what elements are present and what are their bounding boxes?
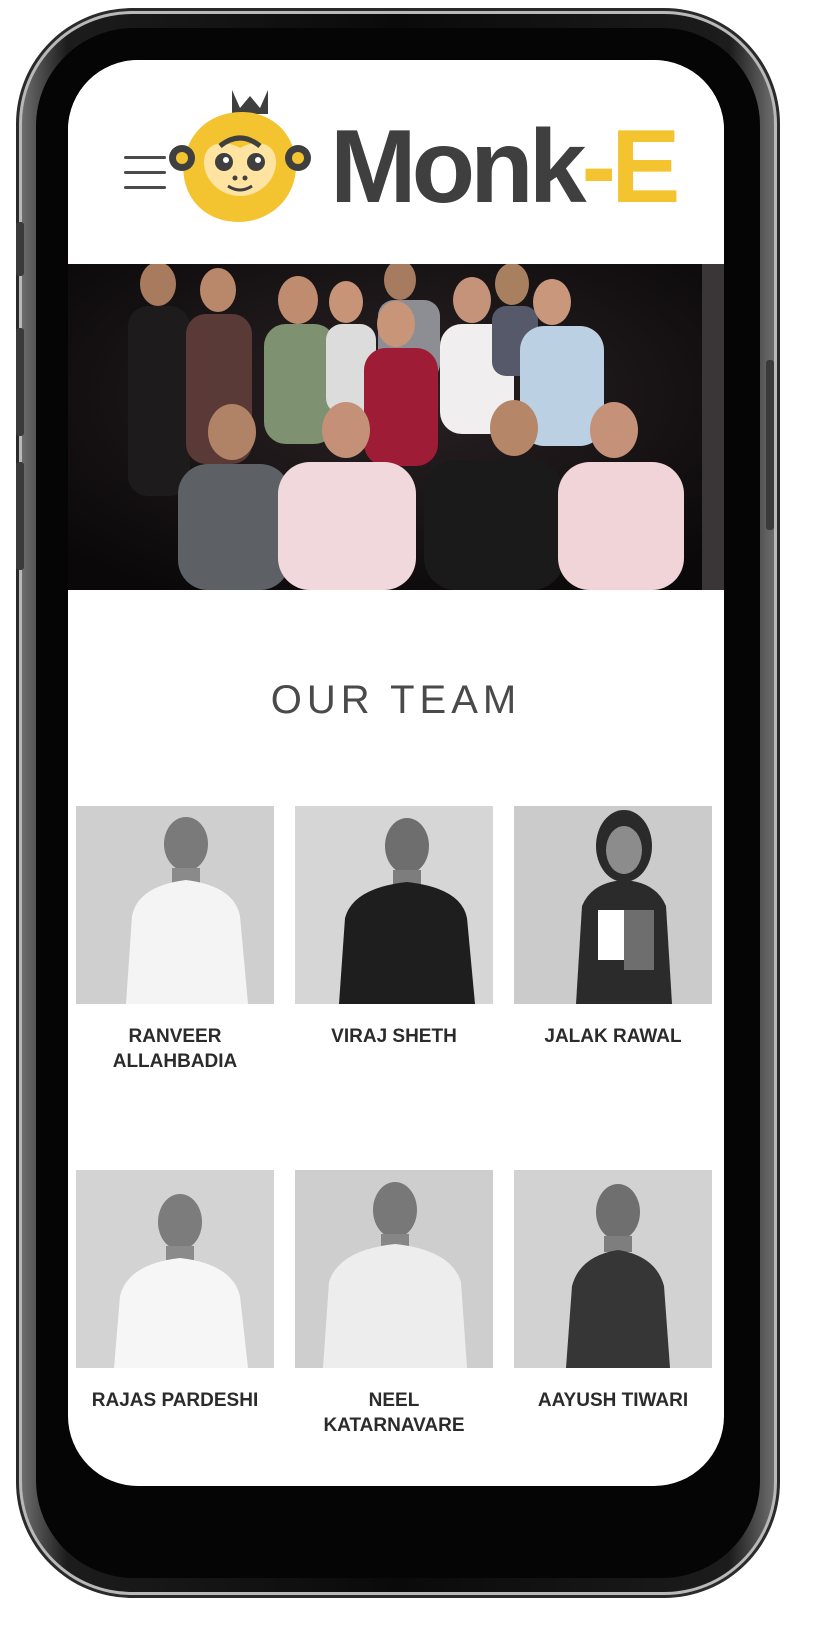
member-name: JALAK RAWAL <box>544 1026 682 1047</box>
member-name: RAJAS PARDESHI <box>91 1390 259 1411</box>
team-member-card[interactable]: RAJAS PARDESHI <box>76 1170 274 1413</box>
member-name: NEEL KATARNAVARE <box>323 1390 465 1436</box>
member-photo <box>295 1170 493 1368</box>
member-name: VIRAJ SHETH <box>331 1026 457 1047</box>
member-photo <box>514 806 712 1004</box>
phone-screen: Monk-E OUR TEAM RANVEER ALLAHBADIA VIRAJ… <box>68 60 724 1486</box>
power-button <box>766 360 774 530</box>
member-photo <box>76 1170 274 1368</box>
site-header: Monk-E <box>68 60 724 264</box>
member-name: RANVEER ALLAHBADIA <box>112 1026 238 1072</box>
section-title: OUR TEAM <box>270 678 522 723</box>
monkey-logo-icon[interactable] <box>164 82 314 232</box>
member-photo <box>514 1170 712 1368</box>
team-member-card[interactable]: JALAK RAWAL <box>514 806 712 1049</box>
team-member-card[interactable]: NEEL KATARNAVARE <box>295 1170 493 1438</box>
team-member-card[interactable]: VIRAJ SHETH <box>295 806 493 1049</box>
brand-logo-accent: -E <box>581 109 681 225</box>
team-member-card[interactable]: RANVEER ALLAHBADIA <box>76 806 274 1074</box>
team-group-photo <box>68 264 724 590</box>
team-member-card[interactable]: AAYUSH TIWARI <box>514 1170 712 1413</box>
volume-up-button <box>16 328 24 436</box>
volume-down-button <box>16 462 24 570</box>
hamburger-menu-icon[interactable] <box>124 156 168 190</box>
mute-switch <box>16 222 24 276</box>
member-photo <box>295 806 493 1004</box>
member-photo <box>76 806 274 1004</box>
member-name: AAYUSH TIWARI <box>537 1390 689 1411</box>
brand-logo-text[interactable]: Monk-E <box>330 109 681 225</box>
brand-logo-main: Monk <box>330 109 587 225</box>
